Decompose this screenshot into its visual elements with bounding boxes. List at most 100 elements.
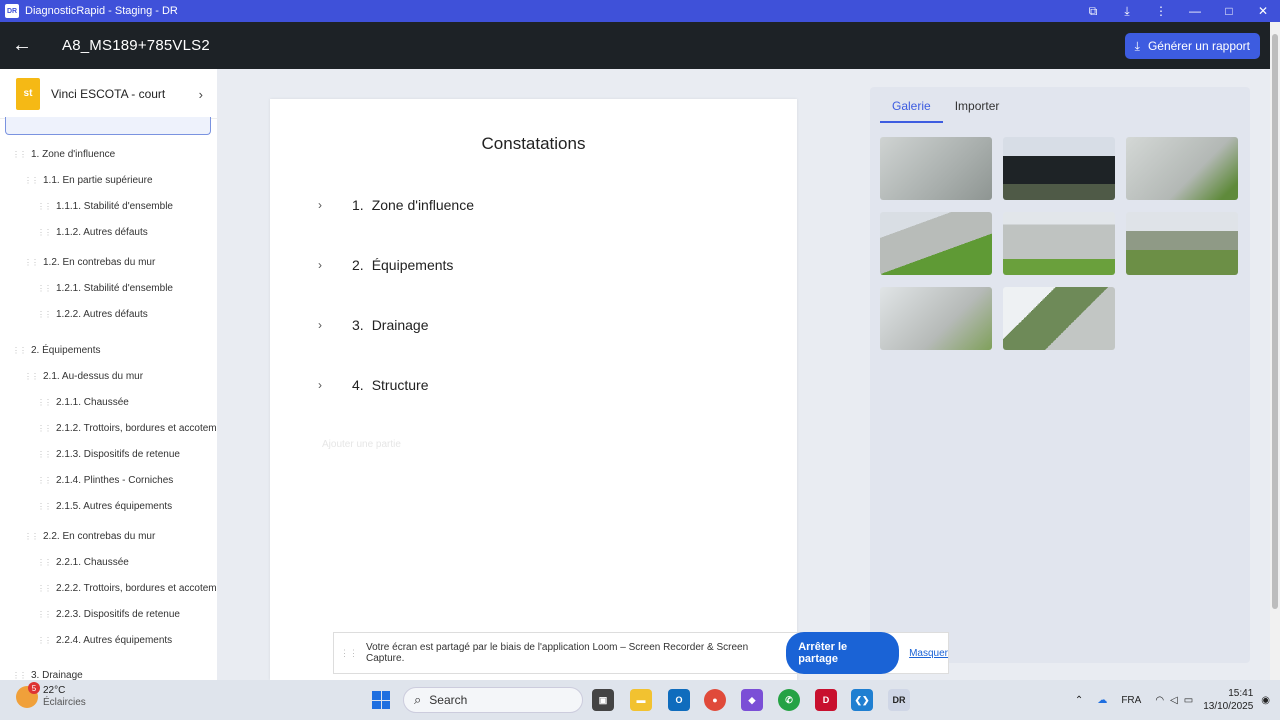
drag-handle-icon[interactable]: ⋮⋮	[37, 398, 52, 407]
drag-handle-icon[interactable]: ⋮⋮	[12, 346, 27, 355]
section-accordion[interactable]: › 2. Équipements	[318, 257, 453, 273]
tree-item[interactable]: ⋮⋮ 2.1.5. Autres équipements	[37, 501, 172, 512]
tree-item[interactable]: ⋮⋮ 2.2. En contrebas du mur	[24, 531, 155, 542]
tab-galerie[interactable]: Galerie	[880, 95, 943, 123]
vscode-icon[interactable]: ❮❯	[851, 689, 873, 711]
system-tray: ⌃ ☁ FRA ◠ ◁ ▭ 15:41 13/10/2025 ◉	[1075, 680, 1280, 720]
page-scrollbar[interactable]	[1270, 22, 1280, 680]
drag-handle-icon[interactable]: ⋮⋮	[37, 636, 52, 645]
tree-item[interactable]: ⋮⋮ 1.2.2. Autres défauts	[37, 309, 148, 320]
install-app-icon[interactable]: ⧉	[1076, 0, 1110, 22]
tree-item-label: 1.1.2. Autres défauts	[56, 227, 148, 238]
language-indicator[interactable]: FRA	[1121, 695, 1141, 706]
drag-handle-icon[interactable]: ⋮⋮	[37, 476, 52, 485]
section-accordion[interactable]: › 4. Structure	[318, 377, 429, 393]
task-view-icon[interactable]: ▣	[592, 689, 614, 711]
weather-widget[interactable]: 5 22°C Éclaircies	[16, 682, 86, 709]
drag-handle-icon[interactable]: ⋮⋮	[37, 202, 52, 211]
drag-handle-icon[interactable]: ⋮⋮	[37, 284, 52, 293]
tree-item[interactable]: ⋮⋮ 2.1.4. Plinthes - Corniches	[37, 475, 173, 486]
gallery-photo[interactable]	[1003, 137, 1115, 200]
tree-item[interactable]: ⋮⋮ 1.1.1. Stabilité d'ensemble	[37, 201, 173, 212]
drag-handle-icon[interactable]: ⋮⋮	[24, 176, 39, 185]
notification-badge: 5	[28, 682, 40, 694]
selected-item-highlight[interactable]	[5, 117, 211, 135]
drag-handle-icon[interactable]: ⋮⋮	[37, 502, 52, 511]
tree-item[interactable]: ⋮⋮ 1. Zone d'influence	[12, 149, 115, 160]
gallery-photo[interactable]	[1003, 287, 1115, 350]
gallery-photo[interactable]	[1126, 212, 1238, 275]
whatsapp-icon[interactable]: ✆	[778, 689, 800, 711]
tree-item[interactable]: ⋮⋮ 2.2.1. Chaussée	[37, 557, 129, 568]
file-explorer-icon[interactable]: ▬	[630, 689, 652, 711]
drag-handle-icon[interactable]: ⋮⋮	[37, 228, 52, 237]
gallery-photo[interactable]	[1126, 137, 1238, 200]
drag-handle-icon[interactable]: ⋮⋮	[37, 610, 52, 619]
drag-handle-icon[interactable]: ⋮⋮	[24, 258, 39, 267]
drag-handle-icon[interactable]: ⋮⋮	[24, 372, 39, 381]
drag-handle-icon[interactable]: ⋮⋮	[37, 584, 52, 593]
windows-start-icon[interactable]	[372, 691, 390, 709]
drag-handle-icon[interactable]: ⋮⋮	[24, 532, 39, 541]
volume-icon[interactable]: ◁	[1170, 695, 1178, 706]
dr-pdf-icon[interactable]: D	[815, 689, 837, 711]
tree-item[interactable]: ⋮⋮ 1.2.1. Stabilité d'ensemble	[37, 283, 173, 294]
drag-handle-icon[interactable]: ⋮⋮	[340, 648, 358, 659]
outlook-icon[interactable]: O	[668, 689, 690, 711]
gallery-photo[interactable]	[880, 287, 992, 350]
tree-item[interactable]: ⋮⋮ 1.1. En partie supérieure	[24, 175, 153, 186]
taskbar-search[interactable]: ⌕ Search	[403, 687, 583, 713]
section-accordion[interactable]: › 3. Drainage	[318, 317, 429, 333]
chrome-icon[interactable]: ●	[704, 689, 726, 711]
add-part-button[interactable]: Ajouter une partie	[322, 439, 401, 450]
gallery-photo[interactable]	[880, 212, 992, 275]
weather-temp: 22°C	[43, 685, 66, 696]
close-button[interactable]: ✕	[1246, 0, 1280, 22]
tree-item[interactable]: ⋮⋮ 3. Drainage	[12, 670, 83, 680]
maximize-button[interactable]: □	[1212, 0, 1246, 22]
tree-item[interactable]: ⋮⋮ 2.1.2. Trottoirs, bordures et accotem	[37, 423, 217, 434]
tree-item[interactable]: ⋮⋮ 2.1.3. Dispositifs de retenue	[37, 449, 180, 460]
tree-item[interactable]: ⋮⋮ 1.2. En contrebas du mur	[24, 257, 155, 268]
share-message: Votre écran est partagé par le biais de …	[366, 642, 749, 664]
tree-item[interactable]: ⋮⋮ 1.1.2. Autres défauts	[37, 227, 148, 238]
chevron-up-icon[interactable]: ⌃	[1075, 695, 1083, 706]
scrollbar-thumb[interactable]	[1272, 34, 1278, 609]
tree-item[interactable]: ⋮⋮ 2.2.2. Trottoirs, bordures et accotem	[37, 583, 217, 594]
onedrive-icon[interactable]: ☁	[1097, 695, 1107, 706]
gallery-photo[interactable]	[880, 137, 992, 200]
minimize-button[interactable]: —	[1178, 0, 1212, 22]
tree-item-label: 2.2. En contrebas du mur	[43, 531, 156, 542]
download-icon[interactable]: ⤓	[1110, 0, 1144, 22]
clock[interactable]: 15:41 13/10/2025	[1203, 687, 1253, 713]
client-selector[interactable]: st Vinci ESCOTA - court ›	[0, 69, 217, 119]
store-icon[interactable]: ◆	[741, 689, 763, 711]
drag-handle-icon[interactable]: ⋮⋮	[12, 671, 27, 680]
diagnosticrapid-taskbar-icon[interactable]: DR	[888, 689, 910, 711]
more-menu-icon[interactable]: ⋮	[1144, 0, 1178, 22]
drag-handle-icon[interactable]: ⋮⋮	[37, 558, 52, 567]
tree-item-label: 2.2.1. Chaussée	[56, 557, 129, 568]
drag-handle-icon[interactable]: ⋮⋮	[37, 424, 52, 433]
tree-item-label: 2.2.2. Trottoirs, bordures et accotem	[56, 583, 217, 594]
tree-item[interactable]: ⋮⋮ 2.1. Au-dessus du mur	[24, 371, 143, 382]
back-arrow-icon[interactable]: ←	[0, 22, 44, 69]
battery-icon[interactable]: ▭	[1184, 695, 1193, 706]
chevron-right-icon: ›	[318, 198, 322, 212]
tab-importer[interactable]: Importer	[943, 95, 1012, 123]
wifi-icon[interactable]: ◠	[1155, 695, 1164, 706]
stop-sharing-button[interactable]: Arrêter le partage	[786, 632, 900, 674]
tree-item[interactable]: ⋮⋮ 2. Équipements	[12, 345, 101, 356]
tree-item[interactable]: ⋮⋮ 2.2.3. Dispositifs de retenue	[37, 609, 180, 620]
drag-handle-icon[interactable]: ⋮⋮	[37, 310, 52, 319]
search-placeholder: Search	[429, 693, 468, 707]
tree-item[interactable]: ⋮⋮ 2.1.1. Chaussée	[37, 397, 129, 408]
drag-handle-icon[interactable]: ⋮⋮	[12, 150, 27, 159]
generate-report-button[interactable]: ⤓ Générer un rapport	[1124, 33, 1260, 59]
hide-link[interactable]: Masquer	[909, 648, 948, 659]
section-accordion[interactable]: › 1. Zone d'influence	[318, 197, 474, 213]
notification-icon[interactable]: ◉	[1261, 695, 1270, 706]
gallery-photo[interactable]	[1003, 212, 1115, 275]
tree-item[interactable]: ⋮⋮ 2.2.4. Autres équipements	[37, 635, 172, 646]
drag-handle-icon[interactable]: ⋮⋮	[37, 450, 52, 459]
